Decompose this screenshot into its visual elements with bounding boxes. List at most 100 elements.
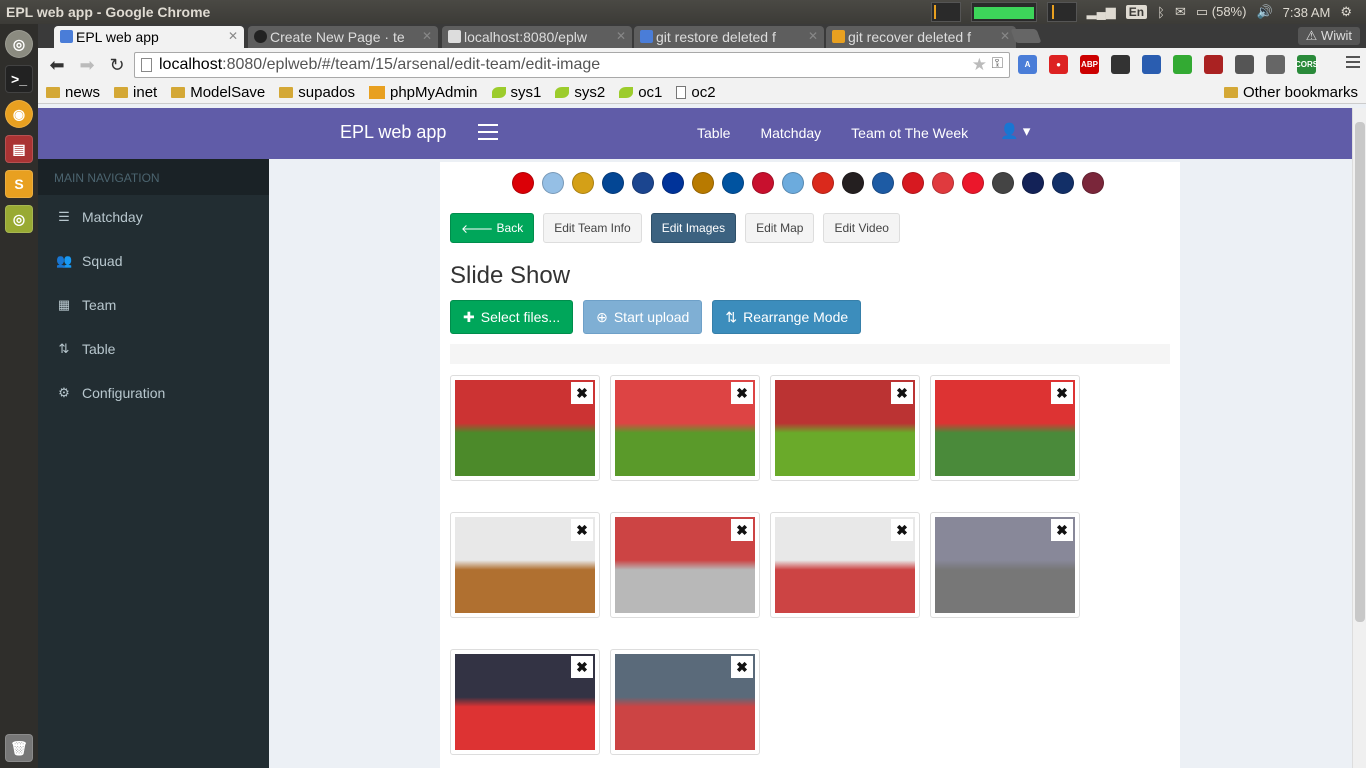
browser-tab-5[interactable]: git recover deleted f ✕ [826, 26, 1016, 48]
sidebar-item-table[interactable]: ⇅ Table [38, 327, 269, 371]
close-icon[interactable]: ✕ [616, 29, 626, 43]
address-bar[interactable]: localhost:8080/eplweb/#/team/15/arsenal/… [134, 52, 1010, 78]
other-bookmarks[interactable]: Other bookmarks [1223, 84, 1358, 101]
forward-arrow-icon[interactable]: ➡ [76, 55, 98, 76]
badge-swansea-icon[interactable] [992, 172, 1014, 194]
files-icon[interactable]: ▤ [5, 135, 33, 163]
bookmark-oc2[interactable]: oc2 [676, 84, 716, 101]
delete-image-icon[interactable]: ✖ [571, 382, 593, 404]
edit-map-button[interactable]: Edit Map [745, 213, 815, 243]
bookmark-news[interactable]: news [46, 84, 100, 101]
bookmark-inet[interactable]: inet [114, 84, 157, 101]
badge-qpr-icon[interactable] [872, 172, 894, 194]
badge-tottenham-icon[interactable] [1022, 172, 1044, 194]
image-thumbnail[interactable]: ✖ [770, 375, 920, 481]
system-monitor-graph[interactable] [930, 2, 961, 22]
bookmark-oc1[interactable]: oc1 [619, 84, 662, 101]
browser-tab-2[interactable]: Create New Page · te ✕ [248, 26, 438, 48]
delete-image-icon[interactable]: ✖ [731, 656, 753, 678]
translate-icon[interactable]: A [1018, 55, 1037, 74]
start-upload-button[interactable]: ⊕ Start upload [583, 300, 703, 334]
bookmark-star-icon[interactable]: ★ [972, 55, 987, 75]
screen-icon[interactable] [1142, 55, 1161, 74]
bookmark-sys1[interactable]: sys1 [491, 84, 541, 101]
page-scrollbar[interactable] [1352, 108, 1366, 768]
badge-arsenal-icon[interactable] [512, 172, 534, 194]
browser-tab-1[interactable]: EPL web app ✕ [54, 26, 244, 48]
clock[interactable]: 7:38 AM [1283, 5, 1331, 20]
delete-image-icon[interactable]: ✖ [571, 519, 593, 541]
sidebar-toggle-icon[interactable] [478, 124, 498, 145]
browser-tab-3[interactable]: localhost:8080/eplw ✕ [442, 26, 632, 48]
badge-everton-icon[interactable] [662, 172, 684, 194]
badge-aston-villa-icon[interactable] [542, 172, 564, 194]
edit-video-button[interactable]: Edit Video [823, 213, 900, 243]
badge-burnley-icon[interactable] [572, 172, 594, 194]
image-thumbnail[interactable]: ✖ [450, 649, 600, 755]
globe-icon[interactable] [1266, 55, 1285, 74]
image-thumbnail[interactable]: ✖ [450, 375, 600, 481]
key-icon[interactable]: ⚿ [992, 55, 1003, 72]
hat-icon[interactable] [1204, 55, 1223, 74]
bookmark-modelsave[interactable]: ModelSave [171, 84, 265, 101]
mail-icon[interactable]: ✉ [1175, 4, 1186, 20]
select-files-button[interactable]: ✚ Select files... [450, 300, 574, 334]
delete-image-icon[interactable]: ✖ [731, 519, 753, 541]
image-thumbnail[interactable]: ✖ [610, 375, 760, 481]
network-monitor-graph[interactable] [970, 2, 1037, 22]
badge-stoke-icon[interactable] [932, 172, 954, 194]
badge-leicester-icon[interactable] [722, 172, 744, 194]
back-arrow-icon[interactable]: ⬅ [46, 55, 68, 76]
battery-indicator[interactable]: ▭ (58%) [1196, 4, 1247, 20]
colors-icon[interactable] [1173, 55, 1192, 74]
badge-sunderland-icon[interactable] [962, 172, 984, 194]
volume-icon[interactable]: 🔊 [1256, 4, 1272, 20]
cors-icon[interactable]: CORS [1295, 55, 1318, 74]
nav-table[interactable]: Table [697, 125, 730, 141]
app-icon[interactable]: ◎ [5, 205, 33, 233]
image-thumbnail[interactable]: ✖ [930, 375, 1080, 481]
badge-man-united-icon[interactable] [812, 172, 834, 194]
sublime-icon[interactable]: S [5, 170, 33, 198]
edit-team-info-button[interactable]: Edit Team Info [543, 213, 642, 243]
dash-icon[interactable]: ◎ [5, 30, 33, 58]
image-thumbnail[interactable]: ✖ [610, 512, 760, 618]
sidebar-item-configuration[interactable]: ⚙ Configuration [38, 371, 269, 415]
bookmark-supados[interactable]: supados [279, 84, 355, 101]
badge-crystal-palace-icon[interactable] [632, 172, 654, 194]
user-menu[interactable]: 👤 ▾ [1000, 122, 1030, 140]
chrome-icon[interactable]: ◉ [5, 100, 33, 128]
close-icon[interactable]: ✕ [422, 29, 432, 43]
edit-images-button[interactable]: Edit Images [650, 213, 737, 243]
delete-image-icon[interactable]: ✖ [1051, 382, 1073, 404]
sidebar-item-squad[interactable]: 👥 Squad [38, 239, 269, 283]
browser-tab-4[interactable]: git restore deleted f ✕ [634, 26, 824, 48]
badge-hull-city-icon[interactable] [692, 172, 714, 194]
badge-chelsea-icon[interactable] [602, 172, 624, 194]
reload-icon[interactable]: ↻ [106, 55, 128, 76]
badge-newcastle-icon[interactable] [842, 172, 864, 194]
shield-icon[interactable] [1235, 55, 1254, 74]
delete-image-icon[interactable]: ✖ [1051, 519, 1073, 541]
abp-icon[interactable]: ABP [1080, 55, 1099, 74]
bookmark-sys2[interactable]: sys2 [555, 84, 605, 101]
close-icon[interactable]: ✕ [1000, 29, 1010, 43]
badge-west-brom-icon[interactable] [1052, 172, 1074, 194]
keyboard-layout[interactable]: En [1125, 5, 1148, 19]
chrome-menu-icon[interactable] [1346, 56, 1360, 71]
stop-icon[interactable]: ● [1049, 55, 1068, 74]
trash-icon[interactable]: 🗑 [5, 734, 33, 762]
app-brand[interactable]: EPL web app [340, 122, 446, 143]
badge-west-ham-icon[interactable] [1082, 172, 1104, 194]
image-thumbnail[interactable]: ✖ [610, 649, 760, 755]
badge-liverpool-icon[interactable] [752, 172, 774, 194]
close-icon[interactable]: ✕ [808, 29, 818, 43]
badge-southampton-icon[interactable] [902, 172, 924, 194]
scrollbar-thumb[interactable] [1355, 122, 1365, 622]
bookmark-phpmyadmin[interactable]: phpMyAdmin [368, 84, 478, 101]
sidebar-item-matchday[interactable]: ☰ Matchday [38, 195, 269, 239]
close-icon[interactable]: ✕ [228, 29, 238, 43]
badge-man-city-icon[interactable] [782, 172, 804, 194]
network-icon[interactable]: ▂▄▆ [1087, 4, 1116, 20]
power-gear-icon[interactable]: ⚙ [1340, 4, 1352, 20]
